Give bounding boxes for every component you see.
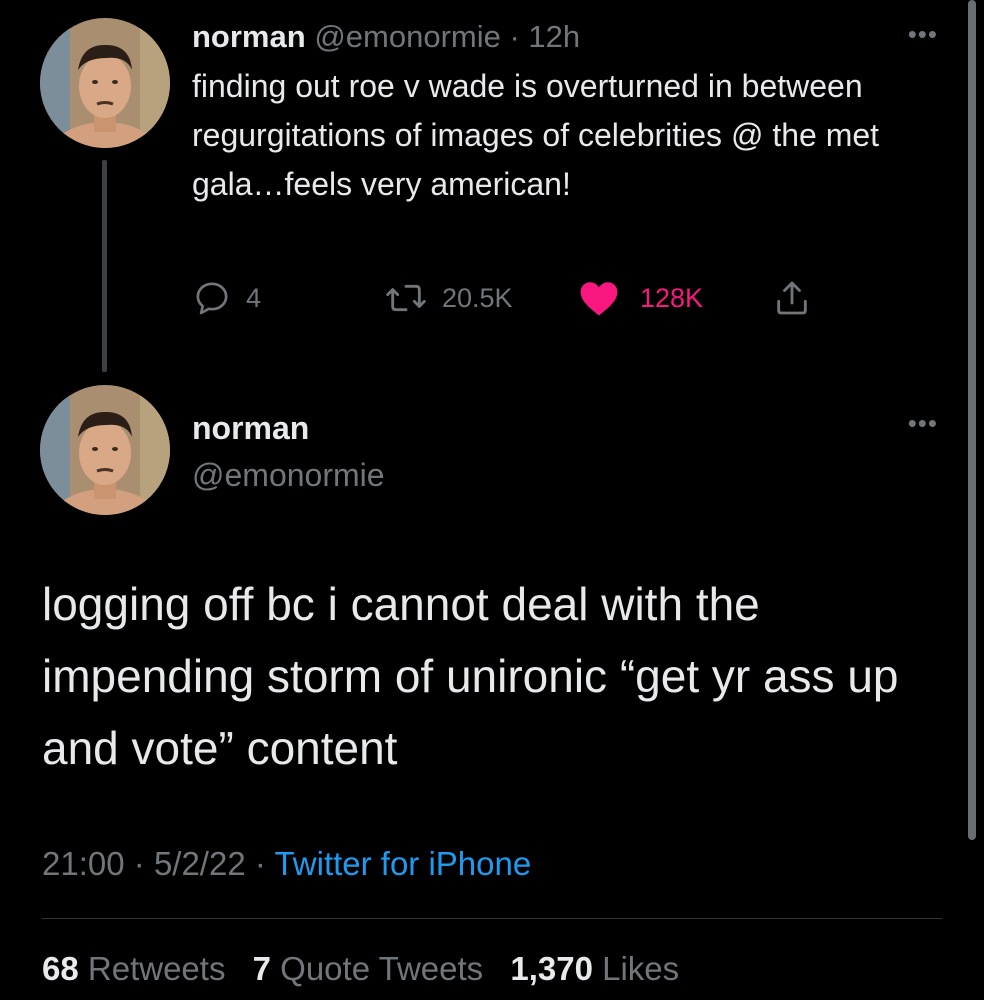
heart-filled-icon [580,282,618,316]
tweet-actions: 4 20.5K 128K [192,276,872,320]
like-button[interactable]: 128K [578,276,703,320]
likes-label: Likes [602,950,680,987]
quote-tweets-stat[interactable]: 7 Quote Tweets [253,950,484,987]
more-options-icon[interactable]: ••• [908,410,938,436]
separator-dot: · [254,845,266,882]
display-name[interactable]: norman [192,19,306,54]
profile-photo [40,18,170,148]
tweet-time[interactable]: 21:00 [42,845,125,882]
separator-dot: · [133,845,145,882]
divider [42,918,942,919]
tweet-source-link[interactable]: Twitter for iPhone [274,845,531,882]
more-options-icon[interactable]: ••• [908,21,938,47]
tweet-date[interactable]: 5/2/22 [154,845,246,882]
retweets-stat[interactable]: 68 Retweets [42,950,225,987]
separator-dot: · [509,19,520,54]
scrollbar[interactable] [968,0,976,840]
retweet-count: 20.5K [442,282,513,313]
tweet-meta: 21:00 · 5/2/22 · Twitter for iPhone [42,842,531,886]
user-handle[interactable]: @emonormie [192,455,385,495]
thread-connector-line [102,160,107,372]
retweet-button[interactable]: 20.5K [384,276,513,320]
quote-tweets-label: Quote Tweets [280,950,484,987]
profile-photo [40,385,170,515]
reply-icon [196,282,228,315]
reply-button[interactable]: 4 [192,276,261,320]
avatar[interactable] [40,385,170,515]
tweet-header: norman @emonormie · 12h [192,18,580,56]
share-icon [777,281,807,315]
retweet-icon [386,284,426,312]
likes-stat[interactable]: 1,370 Likes [510,950,679,987]
avatar[interactable] [40,18,170,148]
quote-tweets-count: 7 [252,950,271,987]
tweet-text: logging off bc i cannot deal with the im… [42,578,899,774]
tweet-time[interactable]: 12h [528,19,580,54]
retweets-count: 68 [42,950,79,987]
display-name[interactable]: norman [192,408,309,448]
likes-count: 1,370 [510,950,593,987]
tweet-stats: 68 Retweets 7 Quote Tweets 1,370 Likes [42,947,679,991]
like-count: 128K [640,282,704,313]
share-button[interactable] [772,276,812,320]
user-handle[interactable]: @emonormie [314,19,501,54]
reply-count: 4 [246,282,262,313]
tweet-text: finding out roe v wade is overturned in … [192,68,880,202]
retweets-label: Retweets [87,950,226,987]
